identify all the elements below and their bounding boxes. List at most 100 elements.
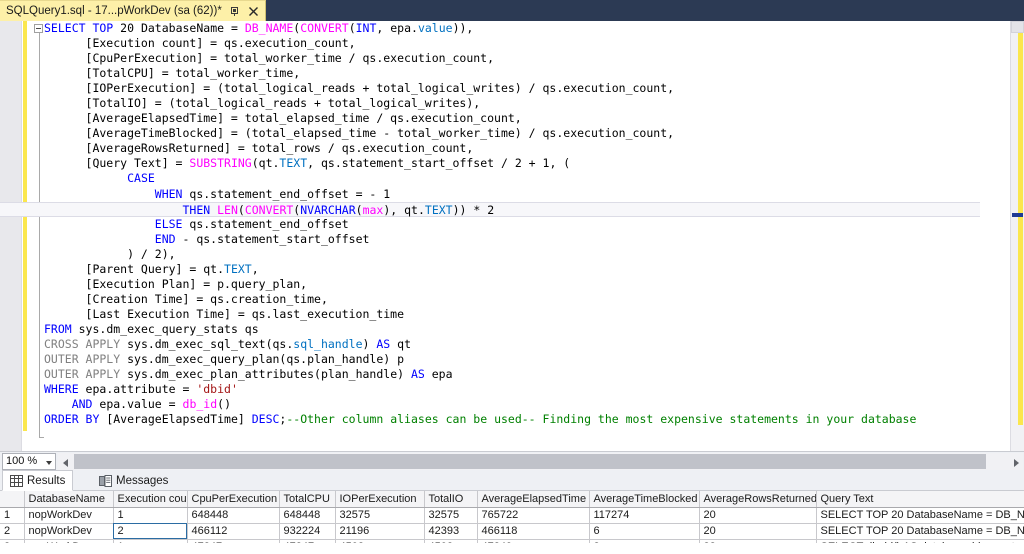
table-cell[interactable]: 765722	[477, 507, 590, 524]
code-line[interactable]: THEN LEN(CONVERT(NVARCHAR(max), qt.TEXT)…	[0, 201, 980, 217]
code-token: [CpuPerExecution] = total_worker_time / …	[44, 51, 495, 66]
code-line[interactable]: [TotalCPU] = total_worker_time,	[44, 66, 1010, 81]
code-line[interactable]: CASE	[44, 171, 1010, 186]
column-header[interactable]: DatabaseName	[24, 491, 114, 508]
column-header[interactable]: CpuPerExecution	[187, 491, 280, 508]
code-line[interactable]: [AverageTimeBlocked] = (total_elapsed_ti…	[44, 126, 1010, 141]
code-token: , epa.	[376, 21, 418, 35]
code-line[interactable]: AND epa.value = db_id()	[44, 397, 1010, 412]
table-cell[interactable]: 466112	[187, 523, 280, 540]
table-cell[interactable]: 21196	[335, 523, 425, 540]
code-token: 20	[120, 21, 135, 35]
table-cell[interactable]: 20	[699, 523, 817, 540]
code-line[interactable]: ) / 2),	[44, 247, 1010, 262]
code-line[interactable]: [Creation Time] = qs.creation_time,	[44, 292, 1010, 307]
code-line[interactable]: ORDER BY [AverageElapsedTime] DESC;--Oth…	[44, 412, 1010, 427]
table-cell[interactable]: 648448	[279, 507, 336, 524]
close-icon[interactable]	[247, 5, 260, 18]
scroll-left-button[interactable]	[58, 453, 73, 470]
code-token: SELECT TOP	[44, 21, 121, 35]
code-line[interactable]: [Execution count] = qs.execution_count,	[44, 36, 1010, 51]
code-line[interactable]: SELECT TOP 20 DatabaseName = DB_NAME (CON…	[44, 21, 1010, 36]
table-cell[interactable]: 20	[699, 507, 817, 524]
column-header[interactable]: AverageElapsedTime	[477, 491, 590, 508]
table-cell[interactable]: nopWorkDev	[24, 507, 114, 524]
table-cell[interactable]: 932224	[279, 523, 336, 540]
pin-icon[interactable]	[228, 5, 241, 18]
code-line[interactable]: CROSS APPLY sys.dm_exec_sql_text(qs.sql_…	[44, 337, 1010, 352]
code-line[interactable]: [AverageRowsReturned] = total_rows / qs.…	[44, 141, 1010, 156]
code-line[interactable]: [TotalIO] = (total_logical_reads + total…	[44, 96, 1010, 111]
table-cell[interactable]: 6	[589, 523, 700, 540]
code-line[interactable]: [AverageElapsedTime] = total_elapsed_tim…	[44, 111, 1010, 126]
editor-vertical-scrollbar[interactable]	[1010, 21, 1024, 451]
zoom-level-dropdown[interactable]: 100 %	[2, 453, 56, 470]
editor-horizontal-scrollbar[interactable]	[58, 453, 1023, 470]
table-cell[interactable]: 32575	[424, 507, 478, 524]
table-row[interactable]: 1 nopWorkDev 1 648448 648448 32575 32575 765722…	[0, 507, 1024, 524]
table-row[interactable]: 2 nopWorkDev 2 466112 932224 21196 42393 466118…	[0, 523, 1024, 540]
code-token: THEN	[182, 202, 218, 217]
code-line[interactable]: WHERE epa.attribute = 'dbid'	[44, 382, 1010, 397]
code-token: DB_NAME	[244, 21, 294, 35]
code-line[interactable]: OUTER APPLY sys.dm_exec_query_plan(qs.pl…	[44, 352, 1010, 367]
code-token: [AverageRowsReturned] = total_rows / qs.…	[44, 141, 474, 156]
table-cell[interactable]: 32575	[335, 507, 425, 524]
code-line[interactable]: [IOPerExecution] = (total_logical_reads …	[44, 81, 1010, 96]
table-cell[interactable]: nopWorkDev	[24, 523, 114, 540]
code-token: qs.statement_end_offset = -	[182, 186, 384, 201]
code-line[interactable]: [Query Text] = SUBSTRING(qt.TEXT, qs.sta…	[44, 156, 1010, 171]
collapse-outline-toggle[interactable]	[34, 24, 43, 33]
table-cell[interactable]: SELECT TOP 20 DatabaseName = DB_NAME(CON…	[816, 507, 1024, 524]
code-line[interactable]: [CpuPerExecution] = total_worker_time / …	[44, 51, 1010, 66]
grid-icon	[10, 474, 23, 487]
code-token: sys.dm_exec_sql_text(qs.	[120, 336, 294, 351]
scroll-right-button[interactable]	[1008, 453, 1023, 470]
code-token: WHEN	[154, 186, 183, 201]
row-number-cell[interactable]: 2	[0, 523, 25, 540]
code-line[interactable]: FROM sys.dm_exec_query_stats qs	[44, 322, 1010, 337]
tab-messages[interactable]: Messages	[92, 470, 175, 491]
code-token: [Creation Time] = qs.creation_time,	[44, 291, 328, 306]
zoom-level-value: 100 %	[6, 455, 38, 467]
table-cell[interactable]: 466118	[477, 523, 590, 540]
code-token: OUTER APPLY	[44, 367, 121, 382]
row-number-cell[interactable]: 1	[0, 507, 25, 524]
column-header[interactable]: TotalCPU	[279, 491, 336, 508]
scrollbar-thumb[interactable]	[1011, 21, 1024, 33]
horizontal-scrollbar-thumb[interactable]	[74, 454, 986, 469]
code-token: (qt.	[251, 156, 280, 171]
code-line[interactable]: [Last Execution Time] = qs.last_executio…	[44, 307, 1010, 322]
code-token: sql_handle	[293, 336, 363, 351]
column-header[interactable]: AverageRowsReturned	[699, 491, 817, 508]
code-token: db_id	[182, 397, 218, 412]
column-header[interactable]: Execution count	[113, 491, 188, 508]
row-number-header[interactable]	[0, 491, 25, 508]
column-header[interactable]: AverageTimeBlocked	[589, 491, 700, 508]
table-cell[interactable]: SELECT TOP 20 DatabaseName = DB_NAME(CON…	[816, 523, 1024, 540]
column-header[interactable]: TotalIO	[424, 491, 478, 508]
code-token: qs.statement_end_offset	[182, 216, 349, 231]
table-cell[interactable]: 42393	[424, 523, 478, 540]
chevron-left-icon	[63, 458, 68, 467]
table-cell[interactable]: 648448	[187, 507, 280, 524]
document-tab-bar: SQLQuery1.sql - 17...pWorkDev (sa (62))*	[0, 0, 1024, 21]
code-line[interactable]: [Parent Query] = qt.TEXT,	[44, 262, 1010, 277]
table-cell-selected[interactable]: 2	[113, 523, 188, 540]
column-header[interactable]: IOPerExecution	[335, 491, 425, 508]
code-text[interactable]: SELECT TOP 20 DatabaseName = DB_NAME(CON…	[0, 21, 1010, 427]
code-line[interactable]: ELSE qs.statement_end_offset	[44, 217, 1010, 232]
tab-results[interactable]: Results	[2, 470, 74, 491]
column-header[interactable]: Query Text	[816, 491, 1024, 508]
code-token: (	[348, 21, 356, 35]
tab-sqlquery1[interactable]: SQLQuery1.sql - 17...pWorkDev (sa (62))*	[0, 0, 266, 21]
code-line[interactable]: END - qs.statement_start_offset	[44, 232, 1010, 247]
code-line[interactable]: OUTER APPLY sys.dm_exec_plan_attributes(…	[44, 367, 1010, 382]
tab-results-label: Results	[27, 474, 66, 487]
sql-code-editor[interactable]: SELECT TOP 20 DatabaseName = DB_NAME(CON…	[0, 21, 1024, 451]
table-cell[interactable]: 117274	[589, 507, 700, 524]
code-line[interactable]: [Execution Plan] = p.query_plan,	[44, 277, 1010, 292]
code-token: WHERE	[44, 382, 79, 397]
code-line[interactable]: WHEN qs.statement_end_offset = - 1	[44, 187, 1010, 202]
table-cell[interactable]: 1	[113, 507, 188, 524]
